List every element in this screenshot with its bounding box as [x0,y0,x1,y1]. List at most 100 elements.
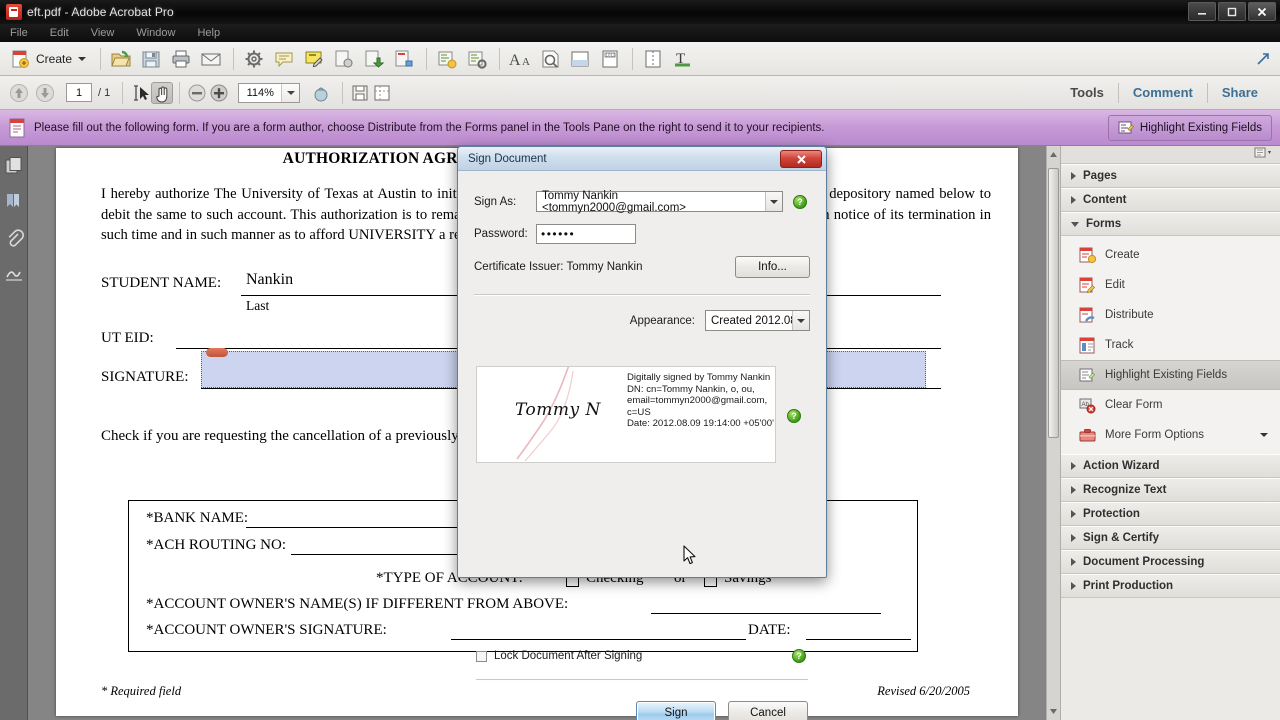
info-button[interactable]: Info... [735,256,810,278]
fit-width-icon[interactable] [371,82,393,104]
bookmarks-icon[interactable] [4,192,24,212]
menu-item-view[interactable]: View [91,27,115,39]
highlight-existing-fields-button[interactable]: Highlight Existing Fields [1107,114,1272,141]
cancel-button[interactable]: Cancel [728,701,808,720]
signature-label: SIGNATURE: [101,369,189,385]
signatures-icon[interactable] [4,264,24,284]
scrollbar-thumb[interactable] [1048,168,1059,438]
chevron-down-icon[interactable] [792,311,809,330]
settings-button[interactable] [240,46,268,72]
chevron-down-icon [1260,433,1268,437]
tab-comment[interactable]: Comment [1119,85,1207,100]
close-button[interactable] [1248,2,1276,21]
forms-item-more-form-options-label: More Form Options [1105,429,1205,441]
zoom-level-control[interactable]: 114% [238,82,301,103]
forms-item-create[interactable]: Create [1061,240,1280,270]
ut-eid-label: UT EID: [101,330,154,346]
minimize-button[interactable] [1188,2,1216,21]
lock-document-checkbox[interactable] [476,650,487,662]
print-button[interactable] [167,46,195,72]
appearance-dropdown[interactable]: Created 2012.08.09 [705,310,810,331]
date-label: DATE: [748,622,791,638]
menu-item-help[interactable]: Help [197,27,220,39]
fit-page-icon[interactable] [349,82,371,104]
email-button[interactable] [197,46,225,72]
dialog-body: Sign As: Tommy Nankin <tommyn2000@gmail.… [458,171,826,720]
form-edit-icon [1079,277,1096,294]
forms-item-track[interactable]: Track [1061,330,1280,360]
forms-item-highlight-existing-fields[interactable]: Highlight Existing Fields [1061,360,1280,390]
forms-item-more-form-options[interactable]: More Form Options [1061,420,1280,450]
hand-tool-icon[interactable] [151,81,174,104]
panel-section-document-processing-label: Document Processing [1083,556,1205,568]
highlight-text-button[interactable] [300,46,328,72]
panel-section-document-processing[interactable]: Document Processing [1061,550,1280,574]
next-page-icon[interactable] [34,82,56,104]
panel-section-action-wizard[interactable]: Action Wizard [1061,454,1280,478]
save-button[interactable] [137,46,165,72]
page-thumbnails-button[interactable]: 1012 [596,46,624,72]
acrobat-logo-icon [6,4,22,20]
attach-file-icon [333,48,355,70]
export-button[interactable] [360,46,388,72]
forms-item-clear-form[interactable]: Ab Clear Form [1061,390,1280,420]
panel-section-content[interactable]: Content [1061,188,1280,212]
chevron-down-icon[interactable] [765,192,782,211]
panel-section-print-production[interactable]: Print Production [1061,574,1280,598]
sign-as-dropdown[interactable]: Tommy Nankin <tommyn2000@gmail.com> [536,190,783,214]
split-view-button[interactable] [639,46,667,72]
zoom-in-icon[interactable] [208,82,230,104]
attachments-icon[interactable] [4,228,24,248]
edit-form-button[interactable] [433,46,461,72]
open-file-button[interactable] [107,46,135,72]
footer-revised-date: Revised 6/20/2005 [877,684,970,698]
loupe-tool-icon[interactable] [310,82,332,104]
password-input[interactable]: •••••• [536,224,636,244]
panel-section-protection[interactable]: Protection [1061,502,1280,526]
select-text-icon[interactable] [129,82,151,104]
forms-item-edit[interactable]: Edit [1061,270,1280,300]
comment-button[interactable] [270,46,298,72]
dialog-close-button[interactable] [780,150,822,168]
sign-button[interactable]: Sign [636,701,716,720]
document-vertical-scrollbar[interactable] [1046,146,1060,720]
text-size-button[interactable]: A A [506,46,534,72]
scroll-down-button[interactable] [1048,706,1059,717]
scroll-up-button[interactable] [1048,149,1059,160]
page-thumbnails-icon[interactable] [4,156,24,176]
forms-item-track-label: Track [1105,339,1134,351]
panel-section-pages[interactable]: Pages [1061,164,1280,188]
page-display-icon [569,48,591,70]
help-icon[interactable]: ? [793,194,807,209]
form-options-button[interactable] [463,46,491,72]
panel-section-recognize-text[interactable]: Recognize Text [1061,478,1280,502]
menu-item-window[interactable]: Window [136,27,175,39]
tab-tools[interactable]: Tools [1056,85,1118,100]
help-icon[interactable]: ? [792,649,806,663]
lock-document-label: Lock Document After Signing [494,650,643,662]
tab-share[interactable]: Share [1208,85,1272,100]
help-icon[interactable]: ? [787,409,801,423]
menu-item-file[interactable]: File [10,27,28,39]
panel-section-sign-and-certify[interactable]: Sign & Certify [1061,526,1280,550]
panel-options-icon[interactable] [1254,146,1274,164]
forms-item-distribute[interactable]: Distribute [1061,300,1280,330]
attach-file-button[interactable] [330,46,358,72]
menu-item-edit[interactable]: Edit [50,27,69,39]
expand-toolbar-button[interactable] [1252,48,1274,70]
stamp-button[interactable] [536,46,564,72]
zoom-out-icon[interactable] [186,82,208,104]
zoom-dropdown-button[interactable] [281,83,300,102]
maximize-button[interactable] [1218,2,1246,21]
zoom-level-value: 114% [246,86,274,99]
create-button[interactable]: Create [6,46,92,72]
info-button-label: Info... [758,261,787,273]
page-display-button[interactable] [566,46,594,72]
toolbar-separator [632,47,634,70]
import-button[interactable] [390,46,418,72]
previous-page-icon[interactable] [8,82,30,104]
typewriter-button[interactable]: T [669,46,697,72]
page-number-input[interactable]: 1 [66,83,92,102]
panel-section-forms[interactable]: Forms [1061,212,1280,236]
password-row: Password: •••••• [474,224,810,244]
